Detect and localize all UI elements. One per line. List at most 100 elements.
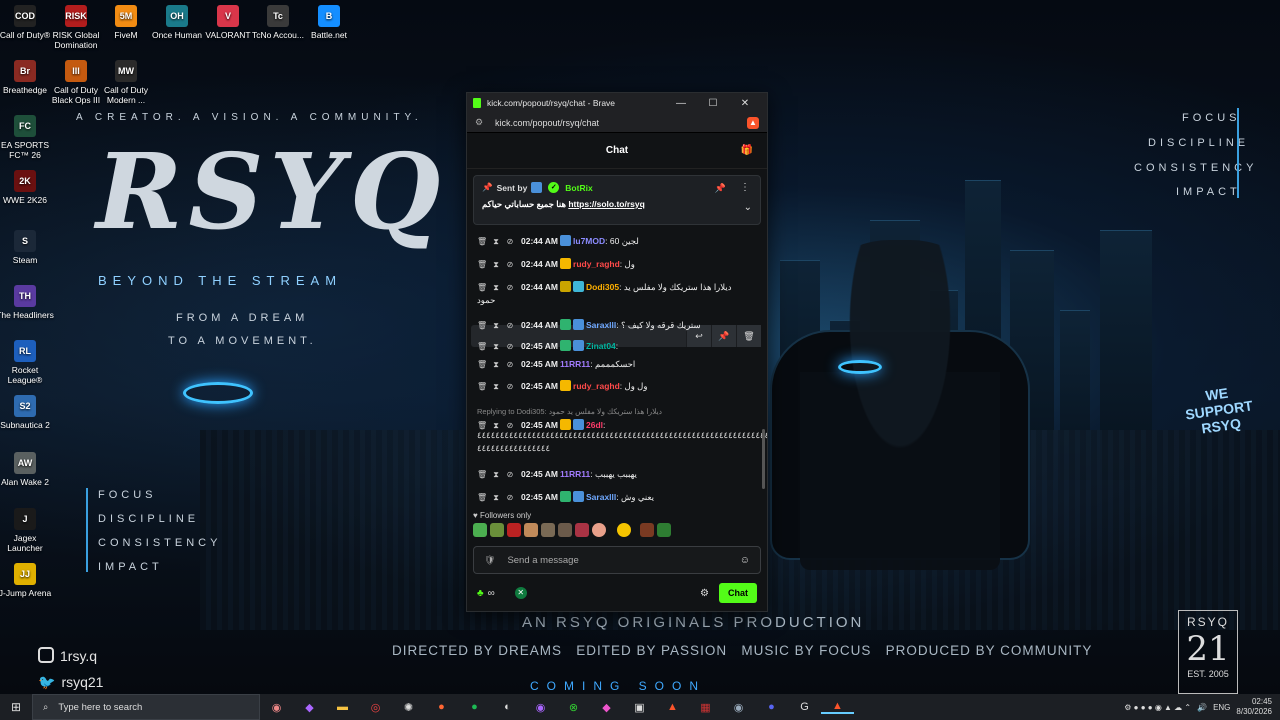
emote-3[interactable] <box>507 523 521 537</box>
minimize-icon[interactable]: — <box>665 98 697 109</box>
timeout-icon[interactable]: ⧗ <box>491 491 501 504</box>
ban-icon[interactable]: ⊘ <box>505 235 515 248</box>
send-chat-button[interactable]: Chat <box>719 583 757 603</box>
timeout-icon[interactable]: ⧗ <box>491 340 501 353</box>
chat-message[interactable]: 🗑 ⧗ ⊘ 02:45 AM Saraxlll: يعني وش <box>477 491 753 504</box>
emote-7[interactable] <box>575 523 589 537</box>
chat-messages[interactable]: ↩ 📌 🗑 🗑 ⧗ ⊘ 02:44 AM lu7MOD: لجين 60 🗑 ⧗ ⊘ 02:44… <box>467 229 767 509</box>
ban-icon[interactable]: ⊘ <box>505 358 515 371</box>
taskbar-app-9-icon[interactable]: ◉ <box>524 701 557 714</box>
emote-10[interactable] <box>640 523 654 537</box>
taskbar-app-2-icon[interactable]: ◆ <box>293 701 326 714</box>
trash-icon[interactable]: 🗑 <box>477 281 487 294</box>
timeout-icon[interactable]: ⧗ <box>491 235 501 248</box>
clock[interactable]: 02:45 8/30/2026 <box>1236 697 1272 717</box>
emote-1[interactable] <box>473 523 487 537</box>
volume-icon[interactable]: 🔊 <box>1197 703 1207 712</box>
message-username[interactable]: rudy_raghd <box>573 259 620 269</box>
taskbar-app-1-icon[interactable]: ◉ <box>260 701 293 714</box>
taskbar-app-14-icon[interactable]: ▦ <box>689 701 722 714</box>
timeout-icon[interactable]: ⧗ <box>491 319 501 332</box>
timeout-icon[interactable]: ⧗ <box>491 258 501 271</box>
chat-message[interactable]: 🗑 ⧗ ⊘ 02:44 AM Dodi305: ديلارا هذا ستريكك ول… <box>477 281 753 307</box>
chat-message[interactable]: 🗑 ⧗ ⊘ 02:44 AM Saraxlll: ستريك قرقه ولا كيف … <box>477 319 753 332</box>
desktop-icon[interactable]: J Jagex Launcher <box>0 508 55 553</box>
message-input[interactable]: 🛡 Send a message ☺ <box>473 546 761 574</box>
emoji-icon[interactable]: ☺ <box>740 555 750 566</box>
pinned-bot-name[interactable]: BotRix <box>565 183 592 193</box>
chat-message[interactable]: 🗑 ⧗ ⊘ 02:44 AM lu7MOD: لجين 60 <box>477 235 753 248</box>
chat-message[interactable]: 🗑 ⧗ ⊘ 02:45 AM 11RR11: يهببب يهببب <box>477 468 753 481</box>
taskbar-app-8-icon[interactable]: ◐ <box>491 701 524 713</box>
taskbar-google-icon[interactable]: G <box>788 701 821 713</box>
ban-icon[interactable]: ⊘ <box>505 281 515 294</box>
kick-points-icon[interactable]: ♣ <box>477 588 484 599</box>
message-username[interactable]: Zinat04 <box>586 341 616 351</box>
trash-icon[interactable]: 🗑 <box>477 380 487 393</box>
emote-6[interactable] <box>558 523 572 537</box>
trash-icon[interactable]: 🗑 <box>477 358 487 371</box>
emote-5[interactable] <box>541 523 555 537</box>
desktop-icon[interactable]: S Steam <box>0 230 55 265</box>
emote-8[interactable] <box>592 523 606 537</box>
chat-message[interactable]: 🗑 ⧗ ⊘ 02:45 AM Zinat04: <box>477 340 753 353</box>
message-username[interactable]: lu7MOD <box>573 236 605 246</box>
taskbar-brave-active-icon[interactable]: ▲ <box>821 700 854 714</box>
windows-start-icon[interactable]: ⊞ <box>0 700 32 714</box>
chat-message[interactable]: 🗑 ⧗ ⊘ 02:45 AM 11RR11: احسكمممم <box>477 358 753 371</box>
message-username[interactable]: Saraxlll <box>586 492 616 502</box>
reply-context[interactable]: Replying to Dodi305: ديلارا هذا ستريكك و… <box>477 405 753 418</box>
trash-icon[interactable]: 🗑 <box>477 319 487 332</box>
emote-4[interactable] <box>524 523 538 537</box>
ban-icon[interactable]: ⊘ <box>505 340 515 353</box>
chat-message[interactable]: 🗑 ⧗ ⊘ 02:45 AM rudy_raghd: ول ول <box>477 380 753 393</box>
pinned-link[interactable]: https://solo.to/rsyq <box>568 199 645 209</box>
taskbar-discord-icon[interactable]: ● <box>755 701 788 713</box>
close-icon[interactable]: ✕ <box>729 98 761 109</box>
trash-icon[interactable]: 🗑 <box>477 235 487 248</box>
timeout-icon[interactable]: ⧗ <box>491 380 501 393</box>
desktop-icon[interactable]: AW Alan Wake 2 <box>0 452 55 487</box>
trash-icon[interactable]: 🗑 <box>477 468 487 481</box>
timeout-icon[interactable]: ⧗ <box>491 468 501 481</box>
address-bar[interactable]: ⚙ kick.com/popout/rsyq/chat ▲ <box>467 113 767 133</box>
pinned-message[interactable]: 📌 Sent by ✓ BotRix هنا جميع حساباتي حياك… <box>473 175 761 225</box>
taskbar-chrome-icon[interactable]: ◎ <box>359 701 392 714</box>
chat-message[interactable]: 🗑 ⧗ ⊘ 02:44 AM rudy_raghd: ول <box>477 258 753 271</box>
ban-icon[interactable]: ⊘ <box>505 468 515 481</box>
message-placeholder[interactable]: Send a message <box>507 555 578 566</box>
unpin-icon[interactable]: 📌 <box>715 183 726 194</box>
brave-shields-icon[interactable]: ▲ <box>747 116 759 129</box>
message-username[interactable]: 11RR11 <box>560 469 590 479</box>
desktop-icon[interactable]: JJ J-Jump Arena <box>0 563 55 598</box>
brave-browser-window[interactable]: kick.com/popout/rsyq/chat - Brave — ☐ ✕ … <box>466 92 768 612</box>
timeout-icon[interactable]: ⧗ <box>491 358 501 371</box>
desktop-icon[interactable]: TH The Headliners <box>0 285 55 320</box>
search-placeholder[interactable]: Type here to search <box>58 702 142 713</box>
trash-icon[interactable]: 🗑 <box>477 340 487 353</box>
ban-icon[interactable]: ⊘ <box>505 319 515 332</box>
message-username[interactable]: 11RR11 <box>560 359 590 369</box>
taskbar-folder-icon[interactable]: ▬ <box>326 701 359 713</box>
infinity-icon[interactable]: ∞ <box>488 588 495 599</box>
taskbar-app-6-icon[interactable]: ● <box>425 701 458 713</box>
ban-icon[interactable]: ⊘ <box>505 491 515 504</box>
site-settings-icon[interactable]: ⚙ <box>475 117 485 128</box>
trash-icon[interactable]: 🗑 <box>477 491 487 504</box>
gift-icon[interactable]: 🎁 <box>741 145 753 156</box>
taskbar-brave-icon[interactable]: ▲ <box>656 701 689 713</box>
chat-scrollbar[interactable] <box>762 429 765 489</box>
taskbar-steam-icon[interactable]: ◉ <box>722 701 755 714</box>
tray-app-icons[interactable]: ⚙ ● ● ● ◉ ▲ ☁ ⌃ <box>1124 703 1191 712</box>
taskbar-steelseries-icon[interactable]: ✺ <box>392 701 425 714</box>
message-username[interactable]: rudy_raghd <box>573 381 620 391</box>
taskbar-spotify-icon[interactable]: ● <box>458 701 491 713</box>
emote-2[interactable] <box>490 523 504 537</box>
ban-icon[interactable]: ⊘ <box>505 380 515 393</box>
ban-icon[interactable]: ⊘ <box>505 258 515 271</box>
desktop-icon[interactable]: 2K WWE 2K26 <box>0 170 55 205</box>
timeout-icon[interactable]: ⧗ <box>491 281 501 294</box>
url-text[interactable]: kick.com/popout/rsyq/chat <box>495 118 747 128</box>
emote-11[interactable] <box>657 523 671 537</box>
emote-9[interactable] <box>617 523 631 537</box>
